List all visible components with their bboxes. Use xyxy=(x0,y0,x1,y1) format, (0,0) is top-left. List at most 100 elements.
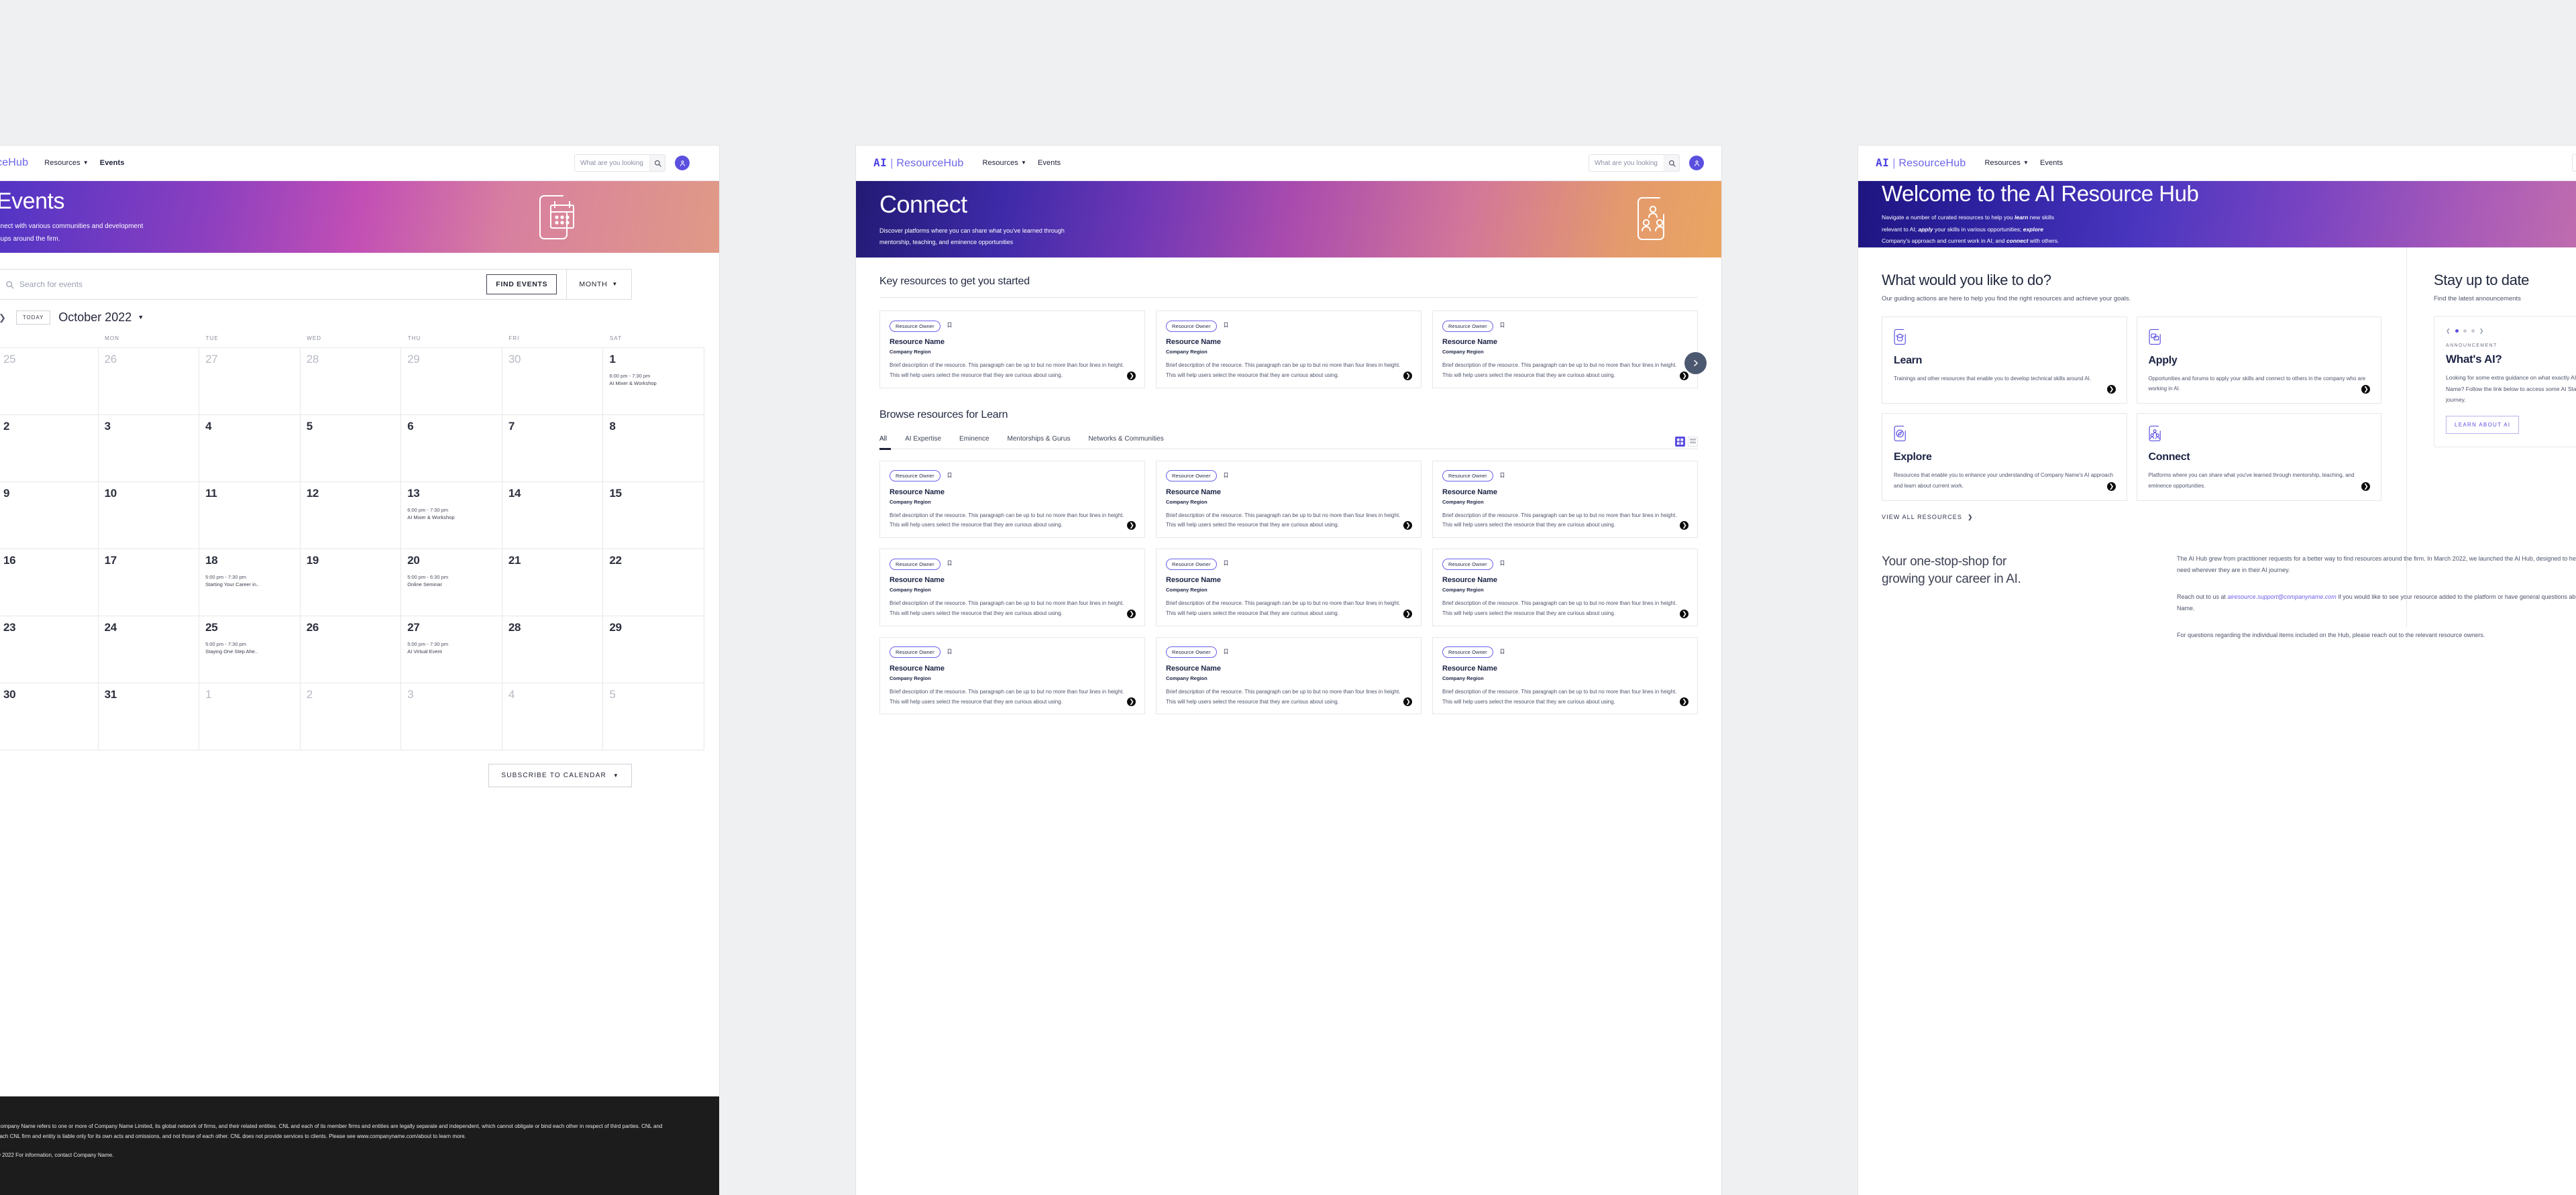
carousel-prev-icon[interactable]: ❮ xyxy=(2446,328,2451,334)
calendar-day-cell[interactable]: 25 xyxy=(0,347,99,415)
nav-resources[interactable]: Resources ▼ xyxy=(44,159,89,167)
resource-card[interactable]: Resource Owner Resource Name Company Regio… xyxy=(1156,549,1421,626)
calendar-day-cell[interactable]: 26 xyxy=(299,616,402,683)
event-search-input[interactable] xyxy=(19,280,487,289)
calendar-day-cell[interactable]: 30 xyxy=(0,683,99,750)
tab-all[interactable]: All xyxy=(879,435,887,449)
bookmark-icon[interactable] xyxy=(1499,470,1505,482)
nav-resources[interactable]: Resources ▼ xyxy=(982,159,1026,167)
calendar-day-cell[interactable]: 11 xyxy=(199,481,301,549)
calendar-day-cell[interactable]: 23 xyxy=(0,616,99,683)
carousel-dot-3[interactable] xyxy=(2471,329,2475,333)
calendar-day-cell[interactable]: 15 xyxy=(602,481,704,549)
subscribe-to-calendar-button[interactable]: SUBSCRIBE TO CALENDAR ▼ xyxy=(488,764,632,787)
bookmark-icon[interactable] xyxy=(1223,320,1229,332)
action-card-open-button[interactable]: ❯ xyxy=(2106,481,2116,491)
global-search-input[interactable] xyxy=(575,155,650,171)
calendar-day-cell[interactable]: 5 xyxy=(602,683,704,750)
resource-card[interactable]: Resource Owner Resource Name Company Regio… xyxy=(1432,460,1698,538)
carousel-next-icon[interactable]: ❯ xyxy=(2479,328,2484,334)
bookmark-icon[interactable] xyxy=(1223,470,1229,482)
calendar-day-cell[interactable]: 12 xyxy=(299,481,402,549)
resource-card[interactable]: Resource Owner Resource Name Company Regio… xyxy=(1432,636,1698,715)
next-month-arrow-icon[interactable]: ❯ xyxy=(0,312,8,323)
site-logo[interactable]: AI | ResourceHub xyxy=(1876,156,1966,170)
calendar-day-cell[interactable]: 29 xyxy=(602,616,704,683)
action-card-open-button[interactable]: ❯ xyxy=(2106,385,2116,394)
resource-card[interactable]: Resource Owner Resource Name Company Regio… xyxy=(879,549,1145,626)
global-search[interactable] xyxy=(1589,154,1680,172)
calendar-day-cell[interactable]: 19 xyxy=(299,549,402,616)
calendar-day-cell[interactable]: 3 xyxy=(400,683,502,750)
calendar-day-cell[interactable]: 6 xyxy=(400,414,502,482)
calendar-day-cell[interactable]: 7 xyxy=(501,414,604,482)
tab-eminence[interactable]: Eminence xyxy=(959,435,989,449)
nav-events[interactable]: Events xyxy=(1038,159,1061,167)
resource-card-open-button[interactable]: ❯ xyxy=(1680,371,1688,380)
global-search[interactable] xyxy=(2572,154,2576,172)
calendar-event-title[interactable]: Online Seminar xyxy=(407,581,496,588)
learn-about-ai-button[interactable]: LEARN ABOUT AI xyxy=(2446,415,2520,434)
bookmark-icon[interactable] xyxy=(1499,646,1505,659)
resource-card[interactable]: Resource Owner Resource Name Company Regio… xyxy=(1432,310,1698,388)
calendar-day-cell[interactable]: 2 xyxy=(299,683,402,750)
calendar-day-cell[interactable]: 13 6:00 pm - 7:30 pm AI Mixer & Workshop xyxy=(400,481,502,549)
resource-card[interactable]: Resource Owner Resource Name Company Regio… xyxy=(1156,636,1421,715)
calendar-day-cell[interactable]: 10 xyxy=(97,481,200,549)
global-search-input[interactable] xyxy=(2573,155,2576,171)
global-search[interactable] xyxy=(574,154,665,172)
nav-events[interactable]: Events xyxy=(2040,159,2063,167)
calendar-day-cell[interactable]: 21 xyxy=(501,549,604,616)
site-logo[interactable]: AI | ResourceHub xyxy=(873,156,963,170)
action-card-connect[interactable]: Connect Platforms where you can share wha… xyxy=(2136,413,2381,501)
calendar-day-cell[interactable]: 1 6:00 pm - 7:30 pm AI Mixer & Workshop xyxy=(602,347,704,415)
bookmark-icon[interactable] xyxy=(947,646,953,659)
resource-card-open-button[interactable]: ❯ xyxy=(1403,609,1412,618)
resource-card-open-button[interactable]: ❯ xyxy=(1403,371,1412,380)
action-card-learn[interactable]: Learn Trainings and other resources that … xyxy=(1882,317,2127,404)
bookmark-icon[interactable] xyxy=(947,470,953,482)
calendar-day-cell[interactable]: 3 xyxy=(97,414,200,482)
bookmark-icon[interactable] xyxy=(947,558,953,570)
tab-ai-expertise[interactable]: AI Expertise xyxy=(905,435,941,449)
calendar-event-title[interactable]: AI Mixer & Workshop xyxy=(609,380,698,387)
resource-card[interactable]: Resource Owner Resource Name Company Regio… xyxy=(879,310,1145,388)
view-all-resources-link[interactable]: VIEW ALL RESOURCES ❯ xyxy=(1882,514,2381,521)
carousel-dot-1[interactable] xyxy=(2455,329,2459,333)
calendar-day-cell[interactable]: 27 xyxy=(199,347,301,415)
calendar-day-cell[interactable]: 28 xyxy=(299,347,402,415)
calendar-day-cell[interactable]: 17 xyxy=(97,549,200,616)
calendar-day-cell[interactable]: 27 5:00 pm - 7:30 pm AI Virtual Event xyxy=(400,616,502,683)
tab-mentorships-gurus[interactable]: Mentorships & Gurus xyxy=(1008,435,1071,449)
calendar-event-title[interactable]: Staying One Step Ahe.. xyxy=(205,648,294,655)
calendar-day-cell[interactable]: 30 xyxy=(501,347,604,415)
find-events-button[interactable]: FIND EVENTS xyxy=(486,274,557,294)
carousel-next-button[interactable] xyxy=(1684,352,1707,374)
carousel-dot-2[interactable] xyxy=(2463,329,2467,333)
calendar-day-cell[interactable]: 22 xyxy=(602,549,704,616)
resource-card[interactable]: Resource Owner Resource Name Company Regio… xyxy=(1156,310,1421,388)
resource-card-open-button[interactable]: ❯ xyxy=(1680,609,1688,618)
calendar-day-cell[interactable]: 18 5:00 pm - 7:30 pm Starting Your Career … xyxy=(199,549,301,616)
support-email-link[interactable]: airesource.support@companyname.com xyxy=(2228,593,2337,600)
calendar-event-title[interactable]: Starting Your Career in.. xyxy=(205,581,294,588)
calendar-day-cell[interactable]: 24 xyxy=(97,616,200,683)
tab-networks-communities[interactable]: Networks & Communities xyxy=(1088,435,1163,449)
list-view-icon[interactable] xyxy=(1688,437,1698,447)
calendar-day-cell[interactable]: 20 5:00 pm - 6:30 pm Online Seminar xyxy=(400,549,502,616)
calendar-day-cell[interactable]: 5 xyxy=(299,414,402,482)
resource-card-open-button[interactable]: ❯ xyxy=(1127,371,1136,380)
resource-card[interactable]: Resource Owner Resource Name Company Regio… xyxy=(879,460,1145,538)
calendar-day-cell[interactable]: 2 xyxy=(0,414,99,482)
user-avatar[interactable] xyxy=(1689,156,1704,170)
calendar-day-cell[interactable]: 14 xyxy=(501,481,604,549)
search-icon[interactable] xyxy=(649,155,665,171)
calendar-day-cell[interactable]: 28 xyxy=(501,616,604,683)
calendar-day-cell[interactable]: 4 xyxy=(501,683,604,750)
global-search-input[interactable] xyxy=(1589,155,1664,171)
calendar-day-cell[interactable]: 4 xyxy=(199,414,301,482)
calendar-event-title[interactable]: AI Virtual Event xyxy=(407,648,496,655)
bookmark-icon[interactable] xyxy=(947,320,953,332)
calendar-view-selector[interactable]: MONTH ▼ xyxy=(566,270,631,299)
action-card-explore[interactable]: Explore Resources that enable you to enha… xyxy=(1882,413,2127,501)
